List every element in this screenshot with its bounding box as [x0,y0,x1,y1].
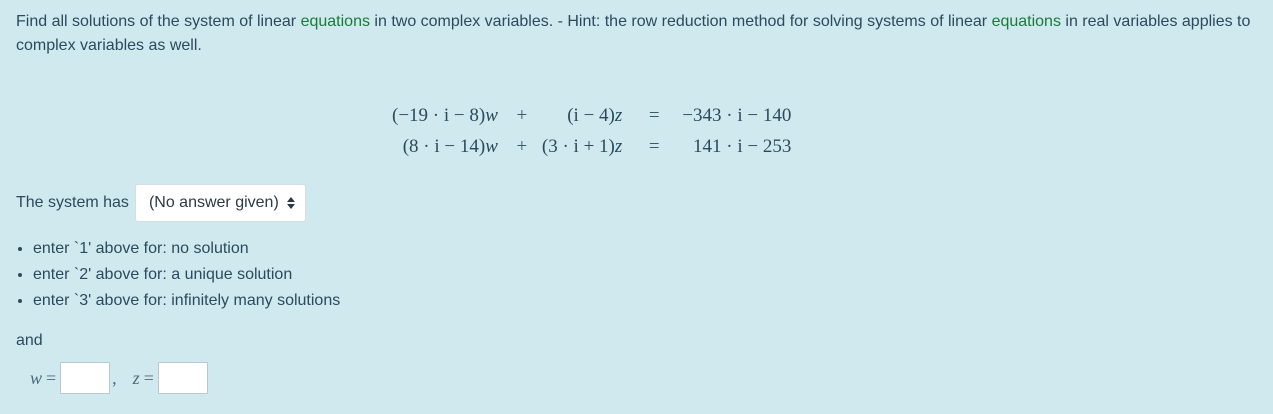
intro-part2: in two complex variables. - Hint: the ro… [369,13,992,30]
plus-operator: + [516,135,528,157]
z-equals: = [143,367,154,388]
right-hand-side: 141 · i − 253 [693,135,792,157]
answer-separator: , [112,367,117,388]
list-item: enter `1' above for: no solution [33,236,340,262]
options-list: enter `1' above for: no solution enter `… [16,236,340,314]
z-coefficient-value: (i − 4) [567,104,615,126]
equals-sign: = [648,135,660,157]
answer-row: w = , z = [30,362,208,394]
equation-system: (−19 · i − 8)w + (i − 4)z = −343 · i − 1… [392,100,791,162]
question-text: Find all solutions of the system of line… [16,10,1256,58]
equation-row-2: (8 · i − 14)w + (3 · i + 1)z = 141 · i −… [392,131,792,162]
intro-part1: Find all solutions of the system of line… [16,13,301,30]
list-item: enter `2' above for: a unique solution [33,262,340,288]
keyword-equations-2: equations [991,13,1061,30]
equals-sign: = [648,104,660,126]
w-coefficient-value: (8 · i − 14) [402,135,486,157]
plus-operator: + [516,104,528,126]
right-hand-side: −343 · i − 140 [682,104,792,126]
z-label: z [132,367,140,388]
z-coefficient: (3 · i + 1)z [542,131,644,162]
z-variable: z [614,135,623,157]
up-down-arrows-icon [286,197,295,209]
w-coefficient: (8 · i − 14)w [392,131,512,162]
w-coefficient: (−19 · i − 8)w [392,100,512,131]
and-label: and [16,332,43,349]
w-variable: w [485,135,498,157]
w-answer-input[interactable] [60,362,111,394]
question-container: Find all solutions of the system of line… [16,10,1256,394]
z-coefficient: (i − 4)z [542,100,644,131]
keyword-equations-1: equations [300,13,370,30]
select-value: (No answer given) [148,194,279,211]
list-item: enter `3' above for: infinitely many sol… [33,288,340,314]
system-has-label: The system has [16,194,129,211]
equation-row-1: (−19 · i − 8)w + (i − 4)z = −343 · i − 1… [392,100,791,131]
w-equals: = [46,367,57,388]
z-coefficient-value: (3 · i + 1) [541,135,615,157]
z-answer-input[interactable] [157,362,208,394]
equation-table: (−19 · i − 8)w + (i − 4)z = −343 · i − 1… [392,100,791,162]
w-label: w [30,367,43,388]
solution-count-select[interactable]: (No answer given) [134,184,306,222]
system-has-row: The system has (No answer given) [16,184,306,222]
w-coefficient-value: (−19 · i − 8) [392,104,486,126]
z-variable: z [614,104,623,126]
w-variable: w [485,104,498,126]
